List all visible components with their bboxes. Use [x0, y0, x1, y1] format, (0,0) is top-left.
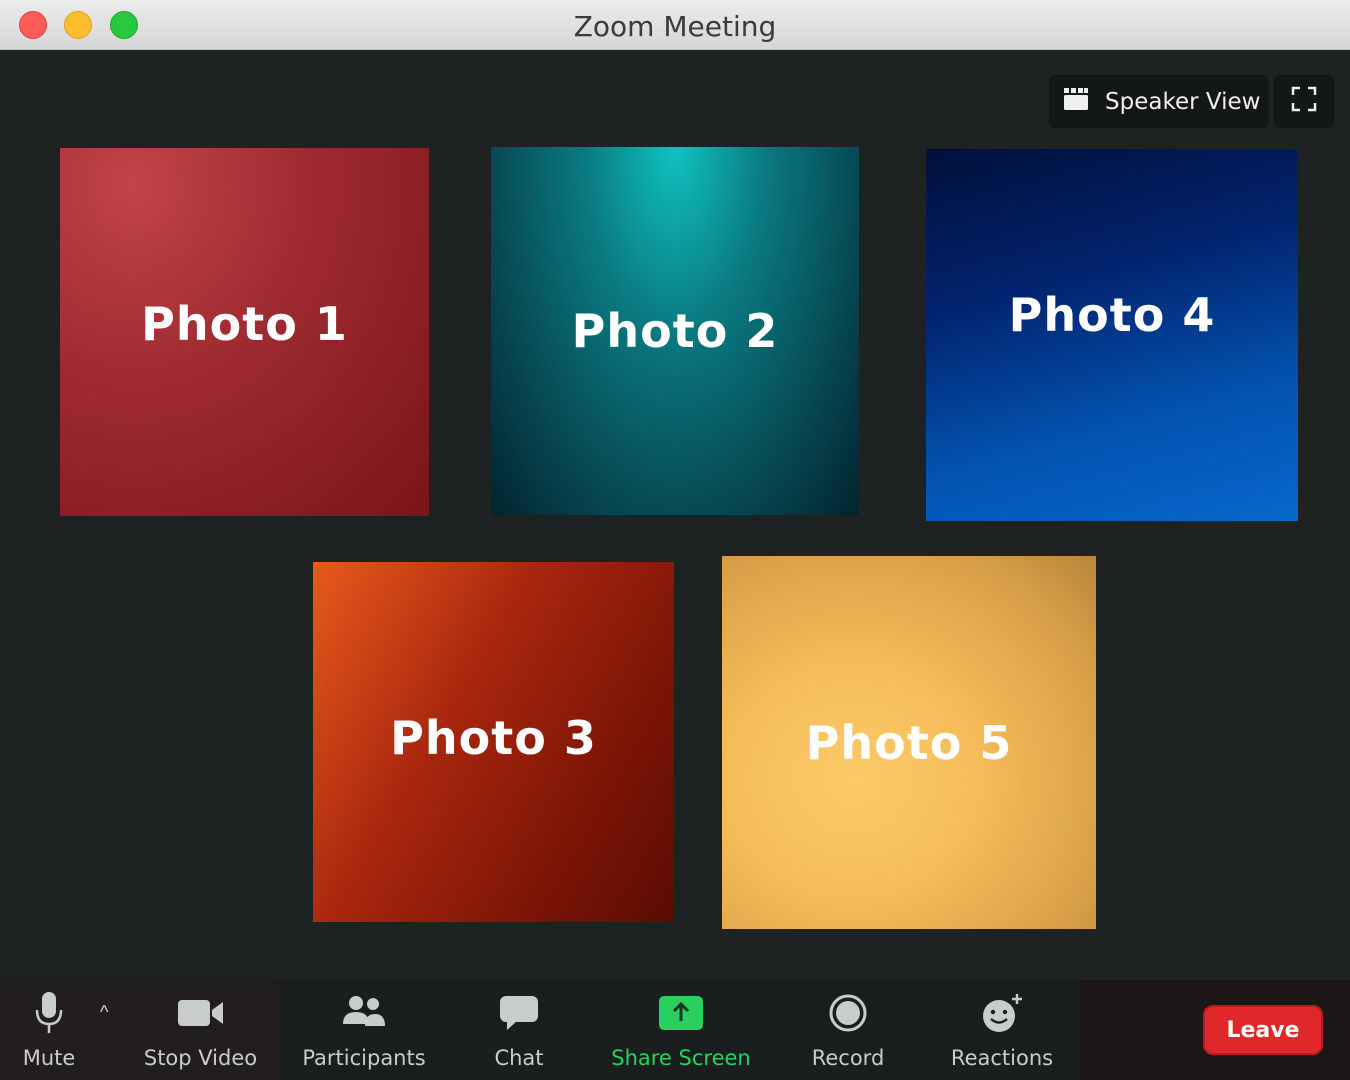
stop-video-button[interactable]: Stop Video: [138, 980, 263, 1080]
participant-name: Photo 4: [1008, 288, 1216, 342]
record-label: Record: [811, 1046, 885, 1070]
participant-tile[interactable]: Photo 4: [926, 149, 1298, 521]
mute-label: Mute: [22, 1046, 76, 1070]
mute-button[interactable]: Mute: [14, 980, 84, 1080]
reactions-label: Reactions: [950, 1046, 1054, 1070]
participant-tile[interactable]: Photo 2: [491, 147, 859, 515]
participants-button[interactable]: Participants: [298, 980, 430, 1080]
caret-up-icon[interactable]: ^: [100, 1002, 108, 1023]
participants-icon: [341, 980, 387, 1046]
participant-name: Photo 5: [805, 715, 1013, 770]
record-icon: [828, 980, 868, 1046]
chat-label: Chat: [494, 1046, 544, 1070]
participant-tile[interactable]: Photo 5: [722, 556, 1096, 929]
speaker-view-label: Speaker View: [1105, 88, 1261, 115]
window-title: Zoom Meeting: [573, 10, 777, 43]
chat-button[interactable]: Chat: [484, 980, 554, 1080]
reactions-button[interactable]: Reactions: [946, 980, 1058, 1080]
leave-button[interactable]: Leave: [1203, 1005, 1323, 1055]
meeting-toolbar: Mute Stop Video Participants Chat Share …: [0, 980, 1350, 1080]
record-button[interactable]: Record: [806, 980, 890, 1080]
participants-label: Participants: [302, 1046, 426, 1070]
microphone-icon: [34, 980, 64, 1046]
title-bar: Zoom Meeting: [0, 0, 1350, 50]
fullscreen-icon: [1291, 86, 1317, 117]
participant-name: Photo 3: [390, 711, 597, 765]
chat-bubble-icon: [499, 980, 539, 1046]
speaker-view-button[interactable]: Speaker View: [1049, 75, 1269, 128]
participant-name: Photo 2: [571, 304, 779, 358]
share-screen-button[interactable]: Share Screen: [606, 980, 756, 1080]
speaker-view-icon: [1063, 87, 1089, 116]
participant-name: Photo 1: [141, 297, 348, 351]
share-screen-icon: [658, 980, 704, 1046]
stop-video-label: Stop Video: [143, 1046, 258, 1070]
participant-tile[interactable]: Photo 1: [60, 148, 429, 516]
participant-tile[interactable]: Photo 3: [313, 562, 674, 922]
share-screen-label: Share Screen: [611, 1046, 751, 1070]
fullscreen-button[interactable]: [1274, 75, 1334, 128]
reactions-icon: [979, 980, 1025, 1046]
video-camera-icon: [177, 980, 225, 1046]
